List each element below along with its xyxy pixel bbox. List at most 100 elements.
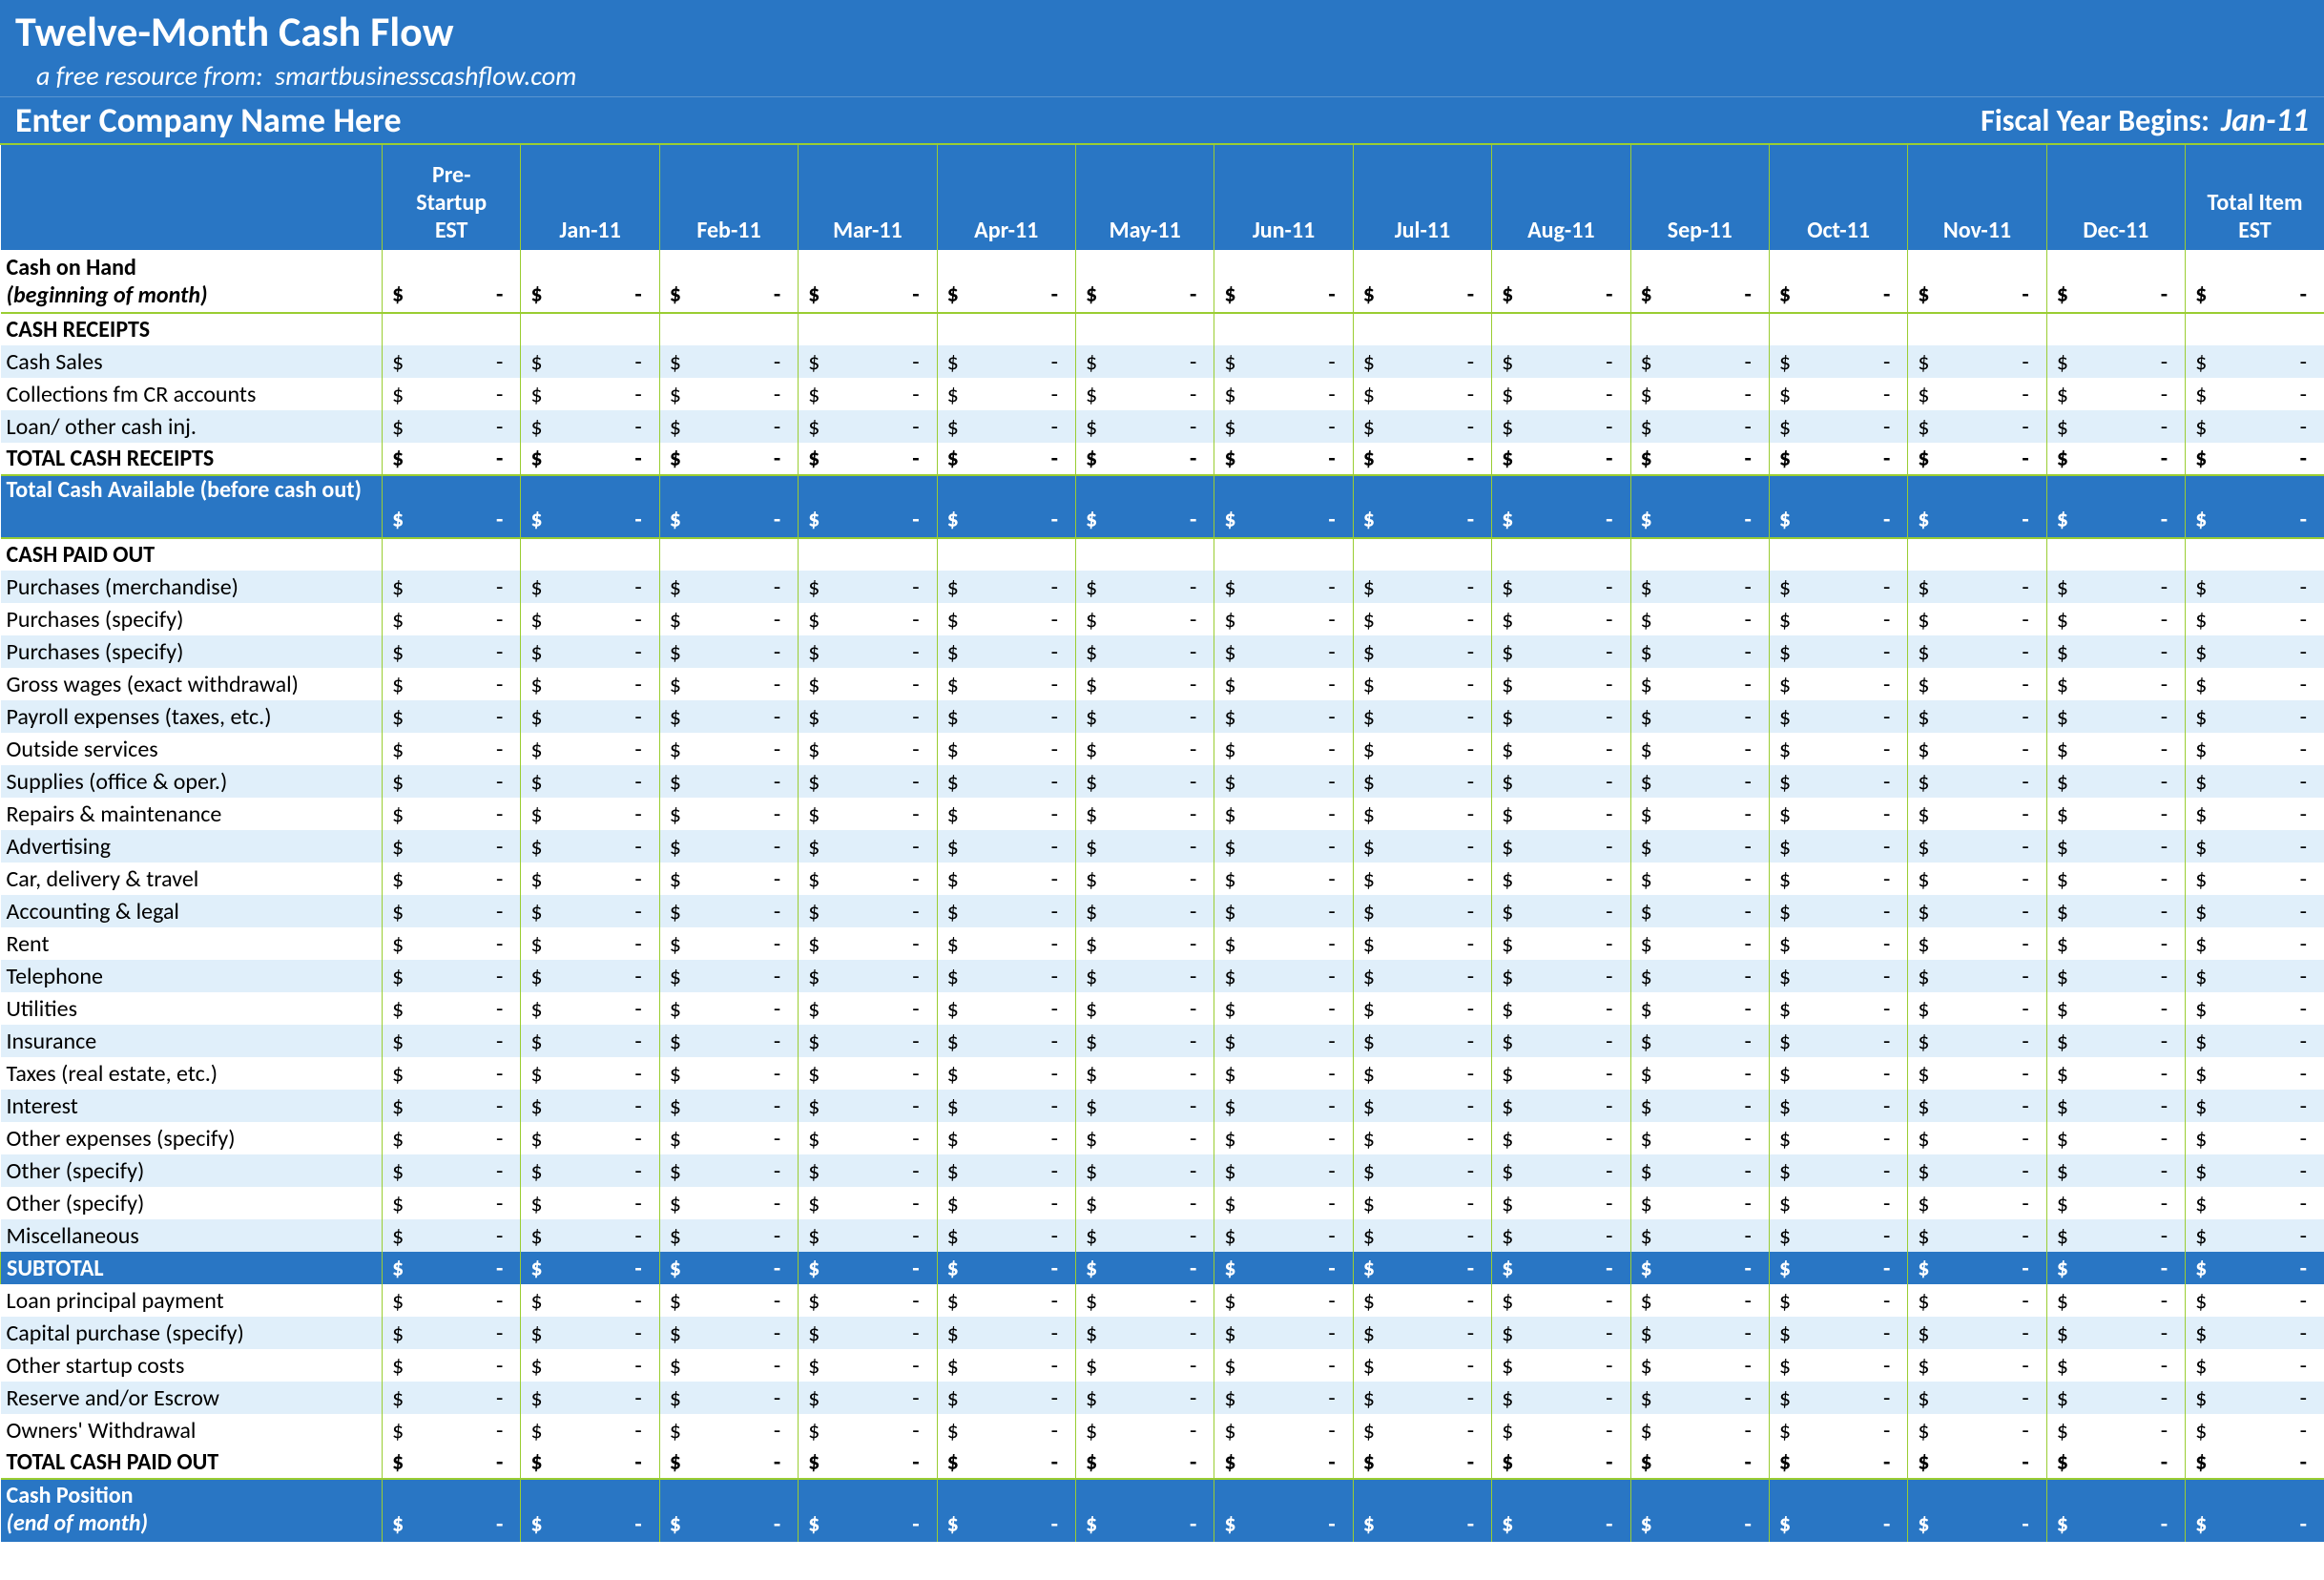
- data-cell[interactable]: $-: [1214, 410, 1353, 443]
- data-cell[interactable]: $-: [2186, 700, 2324, 733]
- data-cell[interactable]: $-: [521, 927, 659, 960]
- data-cell[interactable]: $-: [1630, 250, 1769, 313]
- data-cell[interactable]: $-: [1075, 1187, 1214, 1219]
- data-cell[interactable]: $-: [1214, 863, 1353, 895]
- data-cell[interactable]: $-: [659, 250, 798, 313]
- data-cell[interactable]: $-: [1769, 733, 1907, 765]
- data-cell[interactable]: $-: [1075, 1057, 1214, 1090]
- data-cell[interactable]: $-: [521, 250, 659, 313]
- data-cell[interactable]: $-: [799, 668, 937, 700]
- data-cell[interactable]: $-: [2186, 635, 2324, 668]
- data-cell[interactable]: $-: [1630, 1025, 1769, 1057]
- data-cell[interactable]: $-: [799, 1252, 937, 1284]
- data-cell[interactable]: $-: [1630, 1187, 1769, 1219]
- data-cell[interactable]: $-: [383, 443, 521, 475]
- data-cell[interactable]: $-: [1769, 1349, 1907, 1382]
- data-cell[interactable]: $-: [2186, 250, 2324, 313]
- data-cell[interactable]: $-: [1214, 1090, 1353, 1122]
- data-cell[interactable]: $-: [1214, 1187, 1353, 1219]
- data-cell[interactable]: $-: [383, 1057, 521, 1090]
- data-cell[interactable]: $-: [799, 765, 937, 798]
- data-cell[interactable]: $-: [383, 700, 521, 733]
- data-cell[interactable]: $-: [2186, 863, 2324, 895]
- data-cell[interactable]: $-: [937, 1090, 1075, 1122]
- data-cell[interactable]: $-: [2186, 668, 2324, 700]
- data-cell[interactable]: $-: [1353, 250, 1491, 313]
- data-cell[interactable]: $-: [1353, 1219, 1491, 1252]
- data-cell[interactable]: $-: [1769, 1414, 1907, 1446]
- data-cell[interactable]: $-: [1769, 1382, 1907, 1414]
- data-cell[interactable]: $-: [1630, 992, 1769, 1025]
- data-cell[interactable]: $-: [2046, 1057, 2185, 1090]
- data-cell[interactable]: $-: [2046, 1090, 2185, 1122]
- data-cell[interactable]: $-: [799, 1057, 937, 1090]
- data-cell[interactable]: $-: [937, 700, 1075, 733]
- data-cell[interactable]: $-: [1908, 410, 2046, 443]
- data-cell[interactable]: $-: [799, 250, 937, 313]
- data-cell[interactable]: $-: [1075, 1154, 1214, 1187]
- data-cell[interactable]: $-: [1908, 1252, 2046, 1284]
- fiscal-year-value[interactable]: Jan-11: [2221, 101, 2309, 140]
- data-cell[interactable]: $-: [2046, 1349, 2185, 1382]
- data-cell[interactable]: $-: [2186, 1219, 2324, 1252]
- data-cell[interactable]: $-: [383, 830, 521, 863]
- data-cell[interactable]: $-: [383, 895, 521, 927]
- data-cell[interactable]: $-: [1353, 830, 1491, 863]
- data-cell[interactable]: $-: [1769, 1252, 1907, 1284]
- data-cell[interactable]: $-: [937, 960, 1075, 992]
- data-cell[interactable]: $-: [659, 1252, 798, 1284]
- data-cell[interactable]: $-: [1075, 1446, 1214, 1479]
- data-cell[interactable]: $-: [2186, 410, 2324, 443]
- data-cell[interactable]: $-: [1908, 1154, 2046, 1187]
- data-cell[interactable]: $-: [2186, 1317, 2324, 1349]
- data-cell[interactable]: $-: [659, 1090, 798, 1122]
- data-cell[interactable]: $-: [1908, 1025, 2046, 1057]
- data-cell[interactable]: $-: [2046, 798, 2185, 830]
- data-cell[interactable]: $-: [521, 765, 659, 798]
- data-cell[interactable]: $-: [1075, 1284, 1214, 1317]
- data-cell[interactable]: $-: [659, 765, 798, 798]
- data-cell[interactable]: $-: [1075, 410, 1214, 443]
- data-cell[interactable]: $-: [799, 378, 937, 410]
- data-cell[interactable]: $-: [1492, 960, 1630, 992]
- data-cell[interactable]: $-: [521, 1446, 659, 1479]
- data-cell[interactable]: $-: [1353, 1252, 1491, 1284]
- data-cell[interactable]: $-: [1492, 1284, 1630, 1317]
- data-cell[interactable]: $-: [1214, 895, 1353, 927]
- data-cell[interactable]: $-: [2186, 798, 2324, 830]
- data-cell[interactable]: $-: [1492, 765, 1630, 798]
- data-cell[interactable]: $-: [383, 1446, 521, 1479]
- data-cell[interactable]: $-: [1353, 1284, 1491, 1317]
- data-cell[interactable]: $-: [383, 250, 521, 313]
- data-cell[interactable]: $-: [1769, 765, 1907, 798]
- data-cell[interactable]: $-: [521, 830, 659, 863]
- data-cell[interactable]: $-: [2186, 1382, 2324, 1414]
- data-cell[interactable]: $-: [1630, 1317, 1769, 1349]
- data-cell[interactable]: $-: [1630, 345, 1769, 378]
- data-cell[interactable]: $-: [799, 571, 937, 603]
- data-cell[interactable]: $-: [1075, 895, 1214, 927]
- data-cell[interactable]: $-: [659, 1414, 798, 1446]
- data-cell[interactable]: $-: [1075, 603, 1214, 635]
- data-cell[interactable]: $-: [799, 603, 937, 635]
- data-cell[interactable]: $-: [383, 603, 521, 635]
- data-cell[interactable]: $-: [937, 1187, 1075, 1219]
- data-cell[interactable]: $-: [1353, 1187, 1491, 1219]
- data-cell[interactable]: $-: [659, 733, 798, 765]
- data-cell[interactable]: $-: [937, 345, 1075, 378]
- data-cell[interactable]: $-: [1353, 960, 1491, 992]
- data-cell[interactable]: $-: [383, 927, 521, 960]
- data-cell[interactable]: $-: [1353, 927, 1491, 960]
- data-cell[interactable]: $-: [1353, 571, 1491, 603]
- data-cell[interactable]: $-: [521, 410, 659, 443]
- data-cell[interactable]: $-: [1769, 1219, 1907, 1252]
- data-cell[interactable]: $-: [1630, 1382, 1769, 1414]
- data-cell[interactable]: $-: [1769, 960, 1907, 992]
- data-cell[interactable]: $-: [937, 830, 1075, 863]
- data-cell[interactable]: $-: [1630, 765, 1769, 798]
- data-cell[interactable]: $-: [521, 1284, 659, 1317]
- data-cell[interactable]: $-: [937, 895, 1075, 927]
- data-cell[interactable]: $-: [1630, 378, 1769, 410]
- data-cell[interactable]: $-: [799, 1025, 937, 1057]
- data-cell[interactable]: $-: [1075, 927, 1214, 960]
